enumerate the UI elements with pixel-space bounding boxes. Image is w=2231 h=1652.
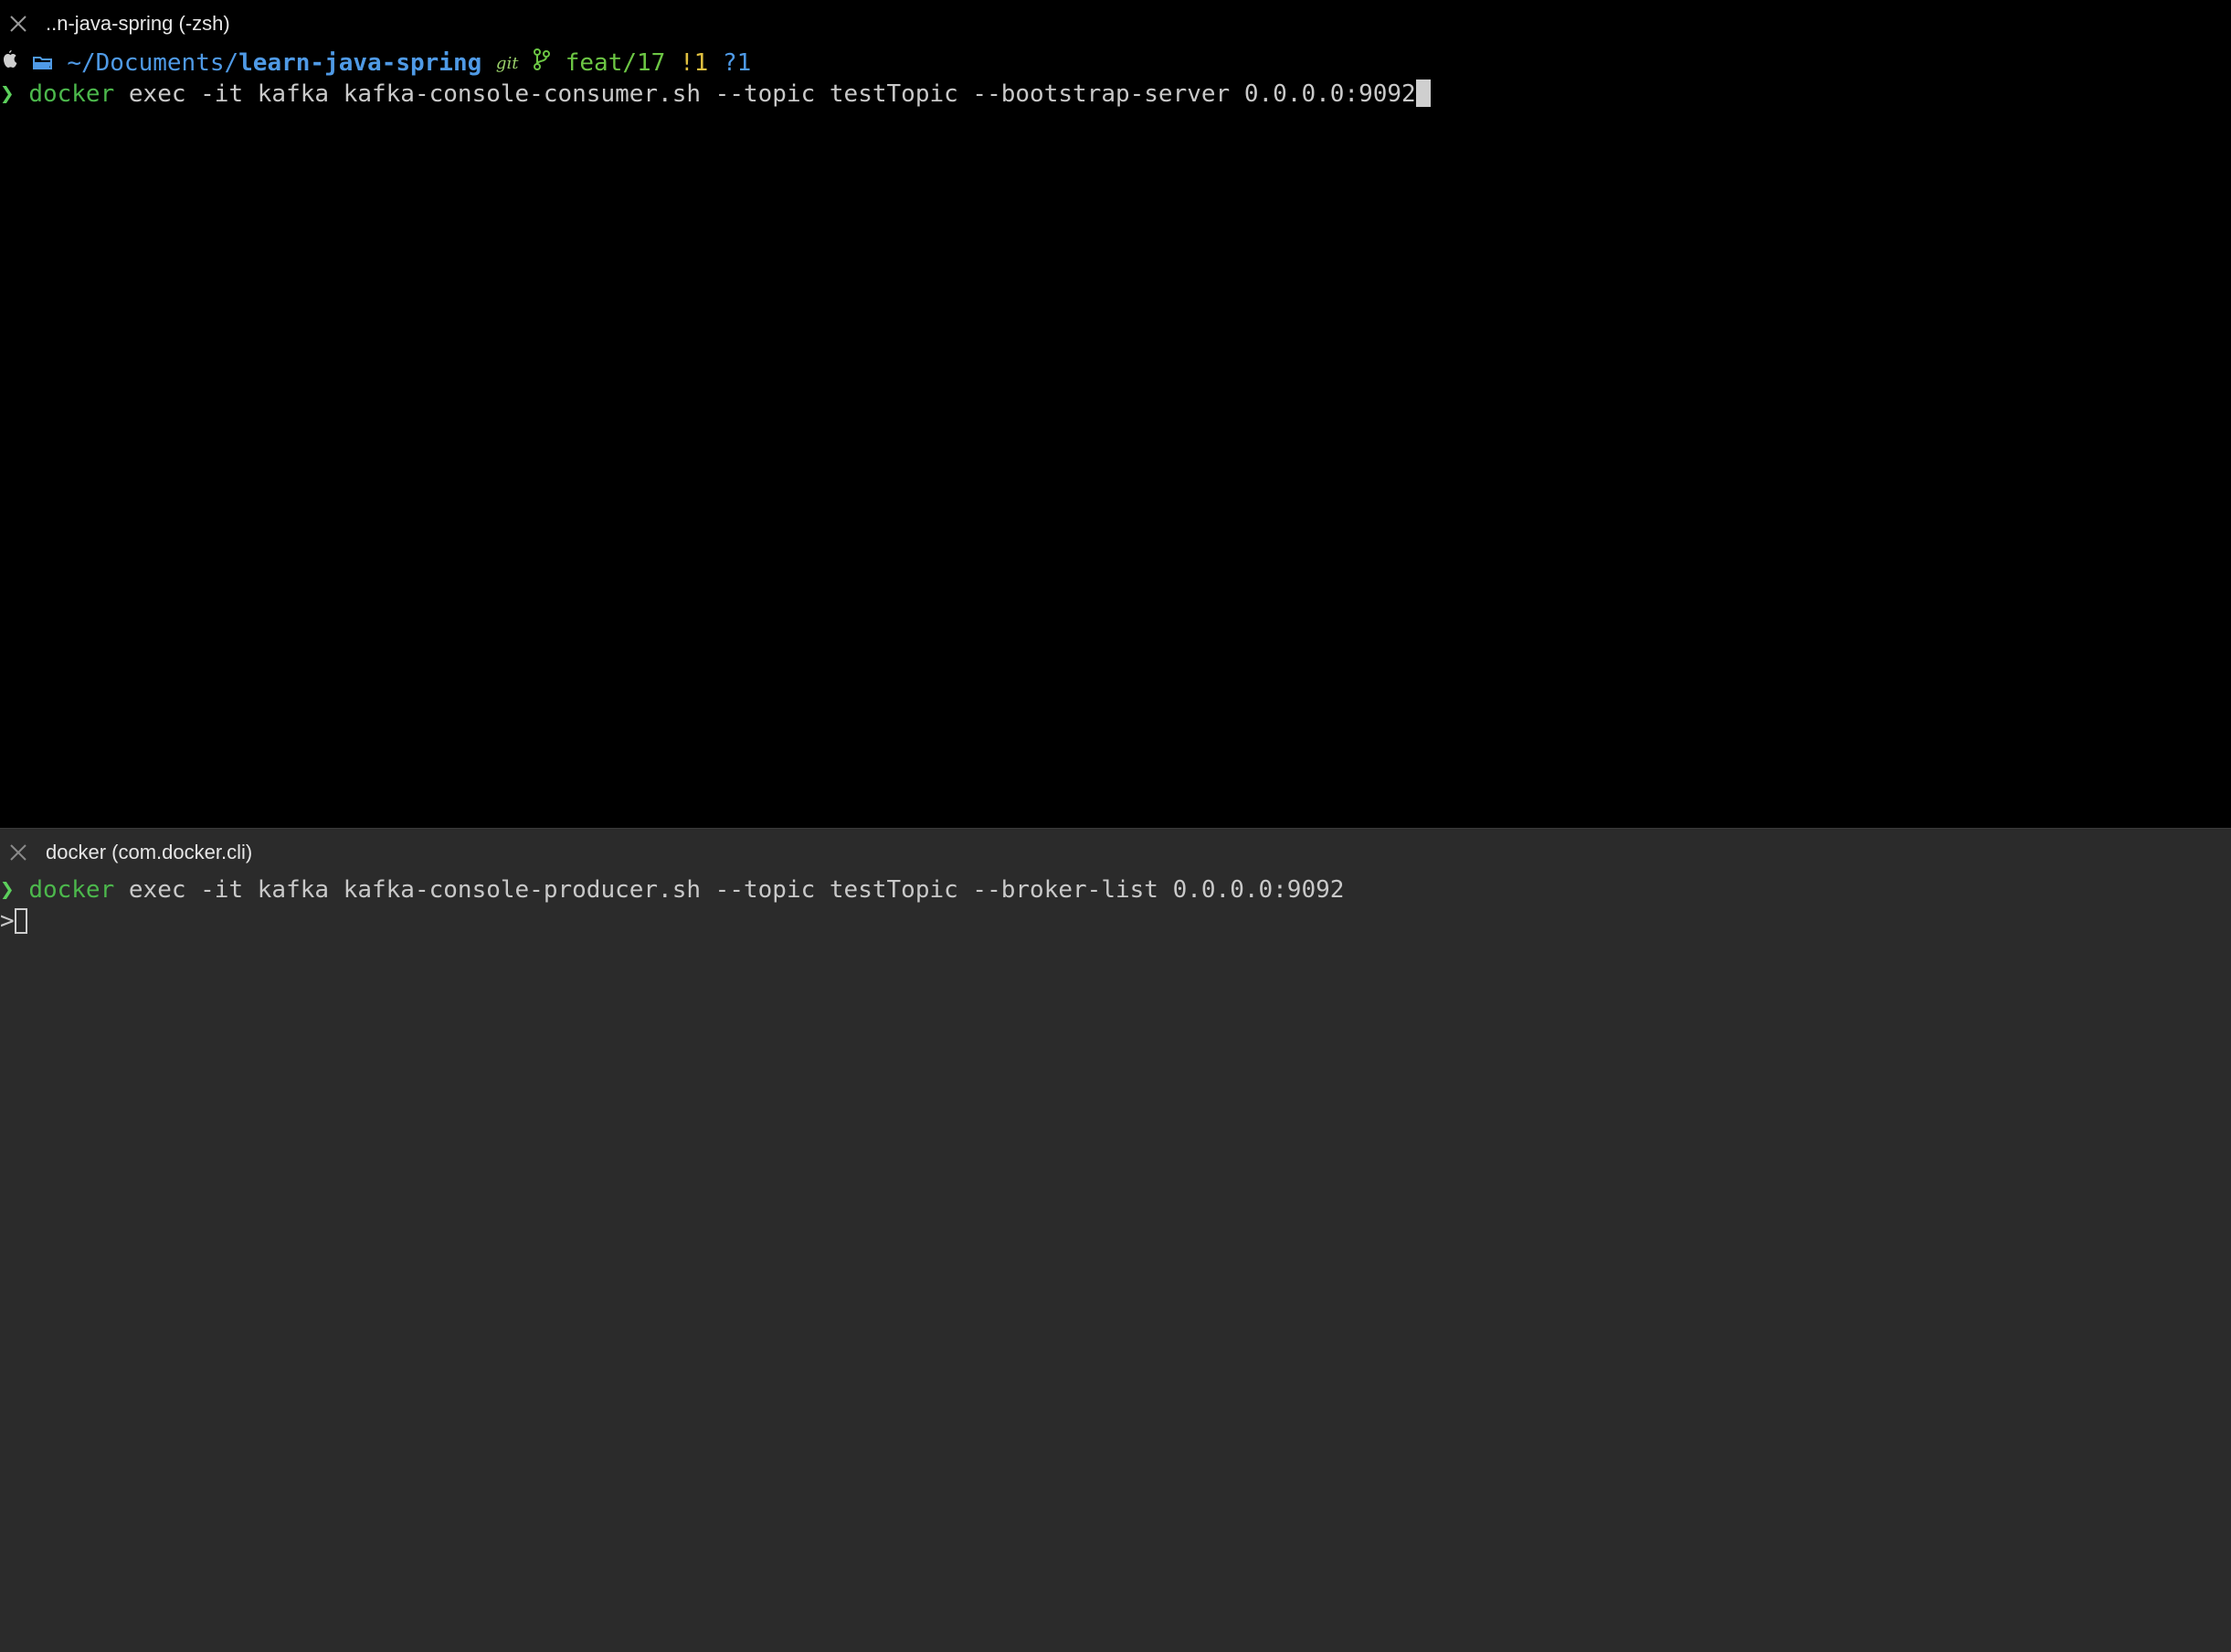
prompt-chevron: ❯ (0, 876, 15, 904)
close-icon[interactable] (7, 842, 29, 863)
top-terminal-pane[interactable]: ..n-java-spring (-zsh) ~/Documents/learn… (0, 0, 2231, 829)
git-untracked-count: ?1 (722, 49, 752, 77)
prompt-line: ~/Documents/learn-java-spring git feat/1… (0, 48, 751, 79)
top-pane-header: ..n-java-spring (-zsh) (0, 0, 2231, 48)
close-icon[interactable] (7, 13, 29, 35)
bottom-terminal-pane[interactable]: docker (com.docker.cli) ❯ docker exec -i… (0, 829, 2231, 1652)
folder-icon (32, 48, 53, 79)
bottom-pane-title: docker (com.docker.cli) (46, 841, 253, 863)
bottom-terminal-output[interactable]: ❯ docker exec -it kafka kafka-console-pr… (0, 874, 1344, 1030)
command-args: exec -it kafka kafka-console-consumer.sh… (114, 80, 1416, 108)
command-program: docker (28, 80, 115, 108)
text-cursor (1415, 79, 1431, 107)
command-line: ❯ docker exec -it kafka kafka-console-co… (0, 79, 1431, 110)
path-prefix: ~/Documents/ (67, 49, 239, 77)
git-modified-count: !1 (679, 49, 709, 77)
apple-icon (0, 48, 18, 79)
command-program: docker (28, 876, 115, 904)
producer-input-line[interactable]: > (0, 905, 27, 937)
prompt-chevron: ❯ (0, 80, 15, 108)
git-branch-name: feat/17 (565, 49, 666, 77)
input-prompt: > (0, 907, 15, 935)
git-label: git (495, 53, 519, 73)
command-args: exec -it kafka kafka-console-producer.sh… (114, 876, 1345, 904)
git-branch-icon (533, 48, 551, 79)
path-directory: learn-java-spring (238, 49, 482, 77)
bottom-pane-header: docker (com.docker.cli) (0, 829, 2231, 876)
text-cursor (14, 908, 27, 934)
top-pane-title: ..n-java-spring (-zsh) (46, 12, 230, 35)
top-terminal-output[interactable]: ~/Documents/learn-java-spring git feat/1… (0, 48, 1431, 203)
command-line: ❯ docker exec -it kafka kafka-console-pr… (0, 874, 1344, 905)
